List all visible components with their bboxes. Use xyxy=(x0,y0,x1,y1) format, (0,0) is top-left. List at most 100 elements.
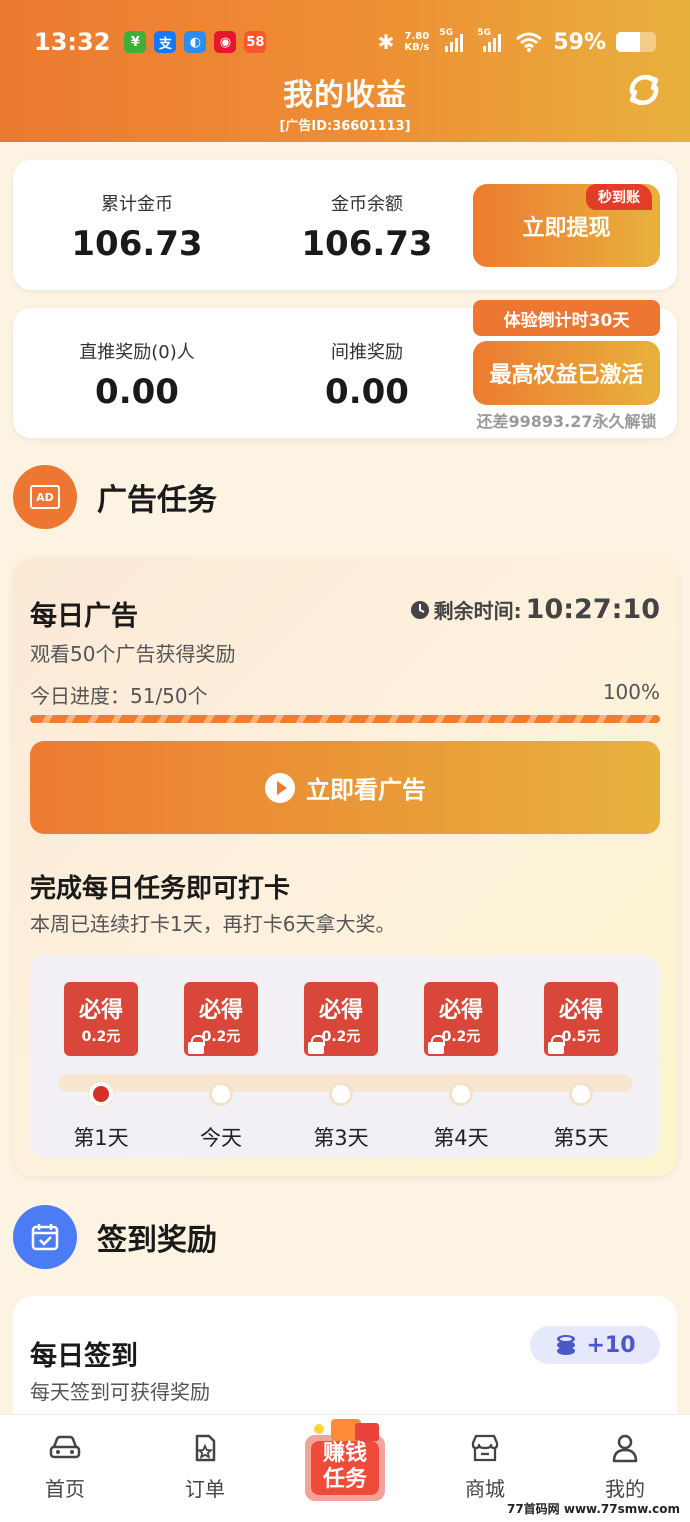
activated-button-label: 最高权益已激活 xyxy=(489,363,644,388)
order-icon xyxy=(195,1434,216,1462)
daily-signin-subtitle: 每天签到可获得奖励 xyxy=(30,1380,210,1404)
watch-ad-button[interactable]: 立即看广告 xyxy=(30,741,660,834)
calendar-icon xyxy=(31,1224,59,1251)
tab-mall-label: 商城 xyxy=(465,1477,505,1501)
calendar-check-icon xyxy=(13,1205,77,1269)
day-dot xyxy=(329,1082,353,1106)
checkin-day: 必得 0.2元第3天 xyxy=(281,982,401,1152)
day-dot xyxy=(449,1082,473,1106)
watermark: 77首码网 www.77smw.com xyxy=(502,1499,684,1518)
reward-title: 必得 xyxy=(318,998,363,1023)
checkin-day: 必得 0.2元今天 xyxy=(161,982,281,1152)
user-icon xyxy=(612,1434,638,1463)
tab-mine-label: 我的 xyxy=(605,1477,645,1501)
day-label: 第3天 xyxy=(313,1126,369,1150)
signal-icon: 5G xyxy=(439,28,467,52)
withdraw-button-label: 立即提现 xyxy=(522,215,611,241)
reward-title: 必得 xyxy=(558,998,603,1023)
net-speed-unit: KB/s xyxy=(404,42,430,53)
ad-task-section-header: AD 广告任务 xyxy=(13,465,217,529)
earn-line1: 赚钱 xyxy=(322,1441,367,1466)
ad-id: [广告ID:36601113] xyxy=(279,119,411,134)
tab-mine[interactable]: 我的 xyxy=(580,1433,670,1502)
daily-ad-subtitle: 观看50个广告获得奖励 xyxy=(30,642,236,666)
checkin-title: 完成每日任务即可打卡 xyxy=(30,874,291,904)
status-app-icon: 58 xyxy=(244,31,267,53)
indirect-reward-label: 间推奖励 xyxy=(331,342,403,363)
checkin-day: 必得 0.2元第1天 xyxy=(41,982,161,1152)
progress-label: 今日进度：51/50个 xyxy=(30,684,208,708)
balance-value: 106.73 xyxy=(301,224,433,264)
day-label: 第1天 xyxy=(73,1126,129,1150)
coins-summary-card: 累计金币 106.73 金币余额 106.73 立即提现 秒到账 xyxy=(13,160,677,290)
day-dot xyxy=(89,1082,113,1106)
direct-reward-stat: 直推奖励(0)人 0.00 xyxy=(37,338,237,412)
signal-tag-2: 5G xyxy=(477,28,491,38)
signal-icon-2: 5G xyxy=(477,28,505,52)
daily-ad-title: 每日广告 xyxy=(30,601,138,632)
status-app-icon: ◐ xyxy=(184,31,207,53)
status-app-icon: ¥ xyxy=(124,31,147,53)
lock-icon xyxy=(428,1035,445,1054)
tab-mall[interactable]: 商城 xyxy=(440,1433,530,1502)
reward-tag: 必得 0.2元 xyxy=(184,982,258,1056)
checkin-days: 必得 0.2元 第1天 必得 0.2元 今天 必得 0.2元 第3天 必得 0.2元 第4天 必得 0.5… xyxy=(30,955,660,1158)
day-dot xyxy=(209,1082,233,1106)
status-app-icon: 支 xyxy=(154,31,177,53)
battery-text: 59% xyxy=(553,29,606,55)
ad-icon-text: AD xyxy=(36,490,54,504)
indirect-reward-value: 0.00 xyxy=(325,372,409,412)
tab-orders[interactable]: 订单 xyxy=(160,1433,250,1502)
balance-label: 金币余额 xyxy=(331,194,403,215)
daily-ad-card: 每日广告 剩余时间: 10:27:10 观看50个广告获得奖励 今日进度：51/… xyxy=(13,558,677,1176)
activated-button[interactable]: 最高权益已激活 xyxy=(473,341,660,405)
earn-line2: 任务 xyxy=(322,1467,367,1492)
signin-section-title: 签到奖励 xyxy=(97,1223,217,1258)
lock-icon xyxy=(188,1035,205,1054)
checkin-day: 必得 0.2元 第4天 xyxy=(401,982,521,1152)
remaining-time-label: 剩余时间: xyxy=(433,599,522,623)
refresh-icon[interactable] xyxy=(624,70,664,110)
reward-title: 必得 xyxy=(198,998,243,1023)
lock-icon xyxy=(548,1035,565,1054)
status-right: ✱ 7.80 KB/s 5G 5G 59% xyxy=(377,28,656,55)
reward-title: 必得 xyxy=(438,998,483,1023)
tab-orders-label: 订单 xyxy=(185,1477,225,1501)
coins-icon xyxy=(557,1335,576,1355)
direct-reward-label: 直推奖励(0)人 xyxy=(79,342,195,363)
tab-home-label: 首页 xyxy=(45,1477,85,1501)
header: 13:32 ¥ 支 ◐ ◉ 58 ✱ 7.80 KB/s 5G 5G 59% 我… xyxy=(0,0,690,142)
instant-badge: 秒到账 xyxy=(586,184,652,210)
play-icon xyxy=(265,772,295,803)
coin-reward-pill: +10 xyxy=(530,1326,660,1364)
page-title: 我的收益 xyxy=(283,78,407,113)
net-speed-value: 7.80 xyxy=(404,31,430,42)
battery-icon xyxy=(616,32,656,52)
wifi-icon xyxy=(516,32,543,52)
store-icon xyxy=(471,1434,499,1462)
day-dot xyxy=(569,1082,593,1106)
tab-home[interactable]: 首页 xyxy=(20,1433,110,1502)
countdown-tag: 体验倒计时30天 xyxy=(473,300,660,336)
signal-tag: 5G xyxy=(439,28,453,38)
reward-title: 必得 xyxy=(78,998,123,1023)
day-label: 今天 xyxy=(200,1126,242,1150)
signin-section-header: 签到奖励 xyxy=(13,1205,217,1269)
bluetooth-icon: ✱ xyxy=(377,30,395,54)
earn-task-button[interactable]: 赚钱 任务 xyxy=(295,1415,395,1515)
clock-icon xyxy=(410,600,429,619)
reward-tag: 必得 0.5元 xyxy=(544,982,618,1056)
status-app-icons: ¥ 支 ◐ ◉ 58 xyxy=(124,31,267,53)
reward-tag: 必得 0.2元 xyxy=(304,982,378,1056)
remaining-time: 剩余时间: 10:27:10 xyxy=(410,594,660,625)
progress-bar xyxy=(30,715,660,723)
total-coins-stat: 累计金币 106.73 xyxy=(37,190,237,264)
watch-ad-label: 立即看广告 xyxy=(306,776,426,804)
total-coins-value: 106.73 xyxy=(71,224,203,264)
daily-signin-title: 每日签到 xyxy=(30,1341,138,1372)
direct-reward-value: 0.00 xyxy=(95,372,179,412)
reward-tag: 必得 0.2元 xyxy=(64,982,138,1056)
earn-task-text: 赚钱 任务 xyxy=(295,1441,395,1493)
checkin-subtitle: 本周已连续打卡1天，再打卡6天拿大奖。 xyxy=(30,912,396,936)
day-label: 第5天 xyxy=(553,1126,609,1150)
